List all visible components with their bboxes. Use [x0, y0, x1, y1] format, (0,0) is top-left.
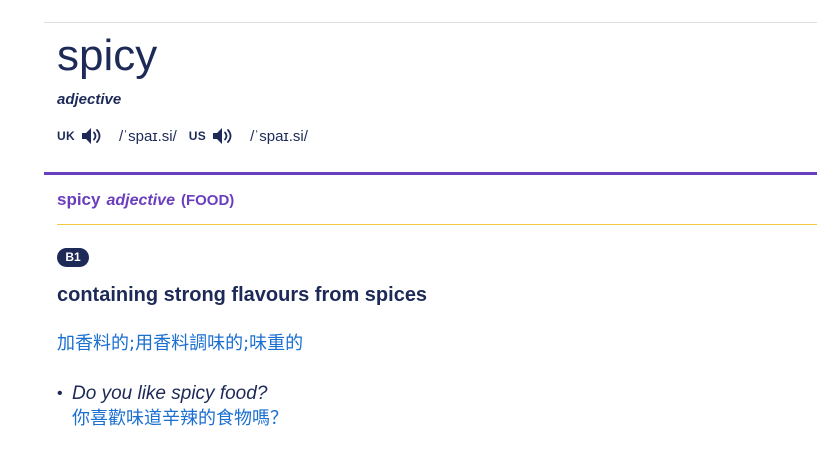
speaker-icon	[213, 128, 232, 144]
sense-headword: spicy	[57, 190, 101, 209]
uk-ipa: /ˈspaɪ.si/	[118, 127, 177, 145]
sense-header: spicy adjective (FOOD)	[57, 190, 234, 210]
region-us: US	[188, 129, 207, 143]
sense-header-underline	[57, 224, 817, 225]
speaker-icon	[81, 128, 101, 144]
cefr-level-badge: B1	[57, 248, 89, 267]
us-audio-button[interactable]	[210, 125, 236, 147]
example-sentence: Do you like spicy food?	[72, 383, 268, 404]
pronunciation-row: UK /ˈspaɪ.si/ US /ˈspaɪ.si/	[57, 124, 320, 148]
example-item: • Do you like spicy food? 你喜歡味道辛辣的食物嗎？	[57, 383, 288, 433]
us-ipa: /ˈspaɪ.si/	[250, 127, 308, 145]
definition: containing strong flavours from spices	[57, 284, 428, 306]
dictionary-entry: spicy adjective UK /ˈspaɪ.si/ US /ˈspaɪ.…	[0, 0, 817, 452]
bullet: •	[57, 385, 63, 402]
part-of-speech: adjective	[57, 91, 122, 108]
headword: spicy	[57, 31, 158, 80]
uk-audio-button[interactable]	[79, 125, 105, 147]
sense-divider	[44, 172, 817, 175]
example-translation: 你喜歡味道辛辣的食物嗎？	[72, 408, 288, 429]
sense-part-of-speech: adjective	[106, 192, 175, 209]
sense-guideword: (FOOD)	[180, 192, 235, 209]
definition-translation: 加香料的;用香料調味的;味重的	[57, 333, 304, 354]
top-divider	[44, 22, 817, 23]
region-uk: UK	[57, 129, 75, 143]
